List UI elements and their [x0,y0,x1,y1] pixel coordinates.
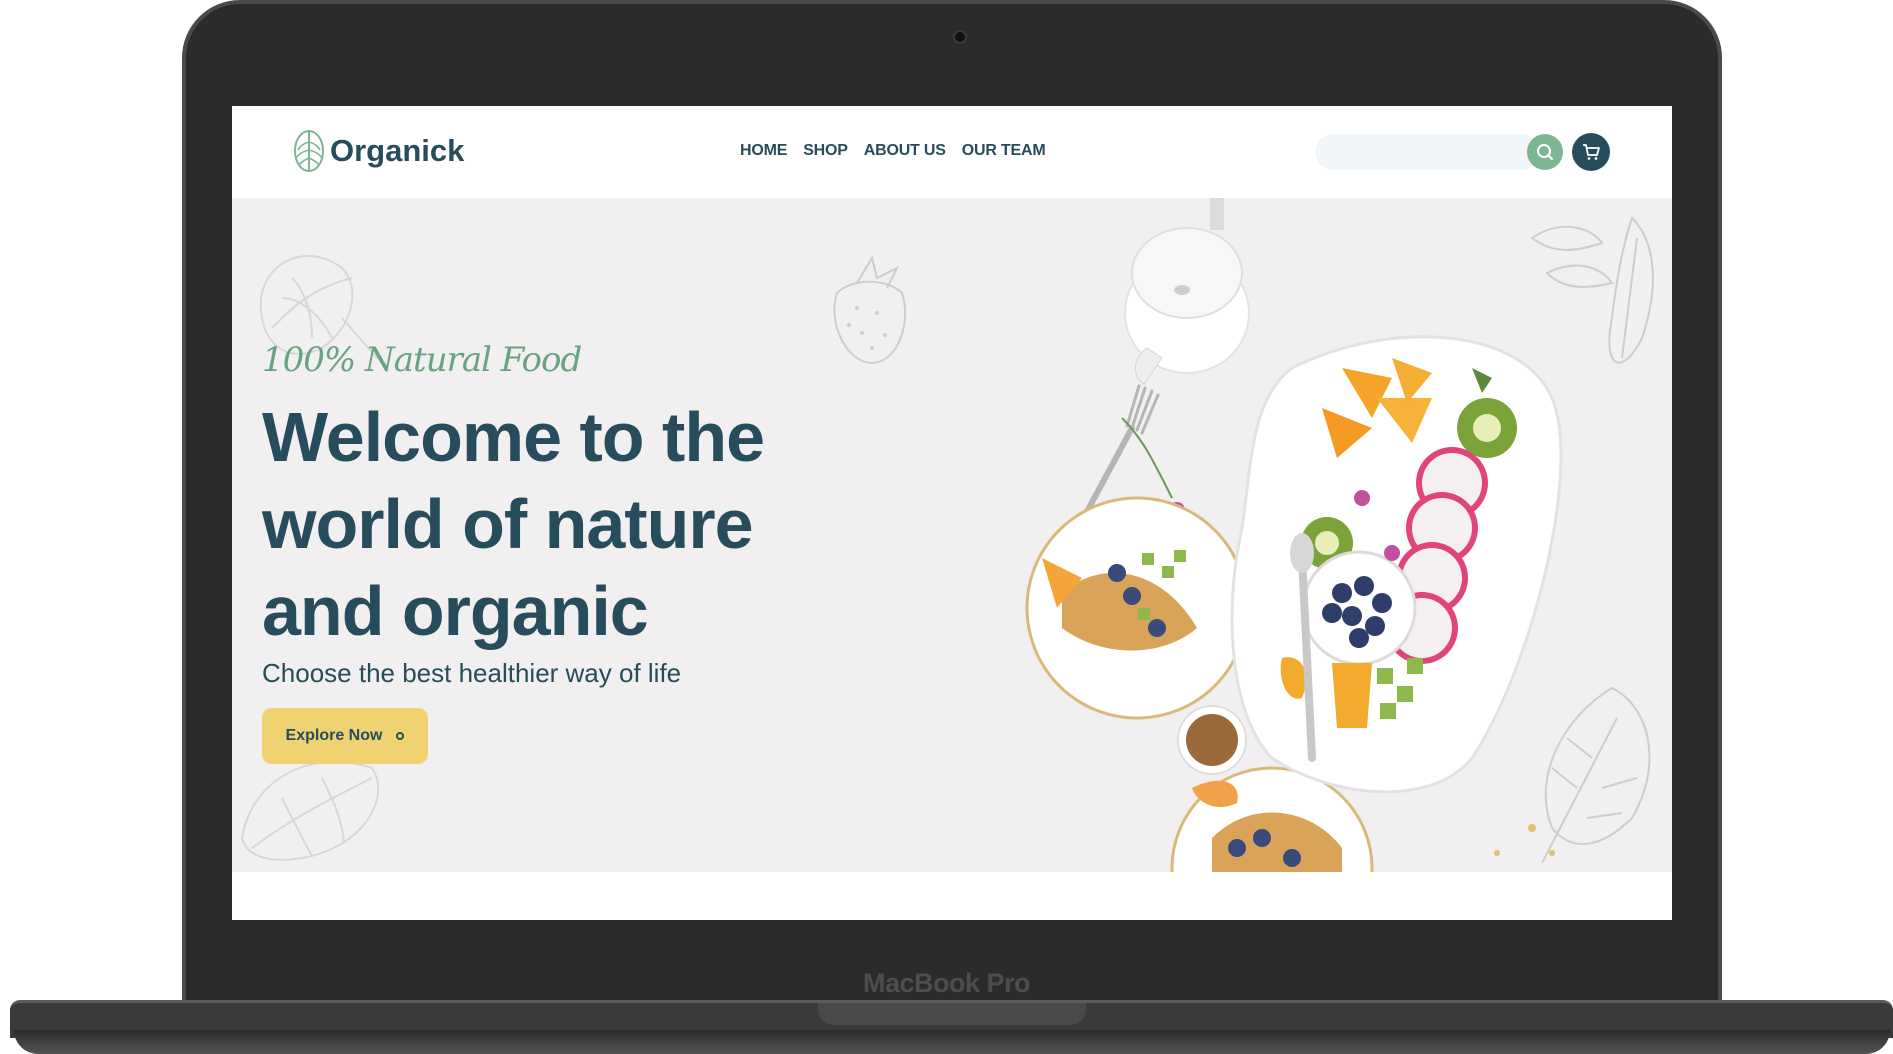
nav-home[interactable]: HOME [740,142,787,160]
small-plate-image [1025,496,1249,720]
cart-button[interactable] [1572,133,1610,171]
hero-tagline: 100% Natural Food [262,340,582,380]
explore-now-label: Explore Now [285,727,383,744]
device-brand-label: MacBook Pro [862,968,1031,998]
nav-our-team[interactable]: OUR TEAM [962,142,1046,160]
hero-section: 100% Natural Food Welcome to the world o… [232,198,1672,872]
food-plate-image [1025,198,1563,872]
top-navigation: Organick HOME SHOP ABOUT US OUR TEAM [232,106,1672,198]
search-box [1315,134,1539,170]
search-button[interactable] [1527,134,1563,170]
nav-about-us[interactable]: ABOUT US [864,142,946,160]
logo-text: Organick [330,133,465,168]
cart-icon [1583,144,1600,160]
main-menu: HOME SHOP ABOUT US OUR TEAM [740,142,1061,160]
search-icon [1537,144,1553,160]
hero-subtitle: Choose the best healthier way of life [262,658,682,688]
browser-screen: Organick HOME SHOP ABOUT US OUR TEAM 100… [232,106,1672,920]
laptop-base-bottom [14,1030,1890,1054]
nav-shop[interactable]: SHOP [803,142,848,160]
explore-now-button[interactable]: Explore Now [262,708,428,764]
fruit-platter-image [1230,335,1563,794]
hero-title: Welcome to the world of nature and organ… [262,398,765,650]
arrow-icon [396,732,405,740]
leaf-icon [294,130,324,172]
laptop-notch [818,1003,1086,1025]
teapot-image [1124,198,1250,385]
search-input[interactable] [1315,134,1495,170]
camera-icon [953,30,967,44]
logo[interactable]: Organick [292,128,464,174]
